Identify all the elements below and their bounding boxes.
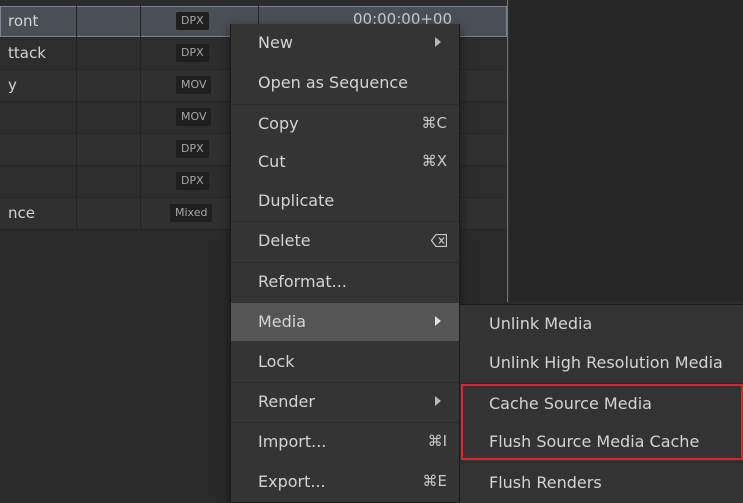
format-badge: DPX xyxy=(176,12,209,30)
menu-item-open-as-sequence[interactable]: Open as Sequence xyxy=(231,64,459,102)
menu-item-import[interactable]: Import... ⌘I xyxy=(231,423,459,461)
shortcut-label: ⌘C xyxy=(421,114,447,132)
submenu-item-flush-renders[interactable]: Flush Renders xyxy=(460,464,743,502)
format-badge: MOV xyxy=(176,108,212,126)
column-divider xyxy=(76,198,77,229)
column-divider xyxy=(76,102,77,133)
submenu-arrow-icon xyxy=(435,37,441,47)
column-divider xyxy=(76,166,77,197)
menu-item-new[interactable]: New xyxy=(231,24,459,62)
viewer-panel xyxy=(510,0,743,302)
menu-item-cut[interactable]: Cut ⌘X xyxy=(231,143,459,181)
menu-item-reformat[interactable]: Reformat... xyxy=(231,263,459,301)
menu-item-duplicate[interactable]: Duplicate xyxy=(231,182,459,220)
column-divider xyxy=(140,198,141,229)
submenu-arrow-icon xyxy=(435,396,441,406)
menu-item-media[interactable]: Media xyxy=(231,303,459,341)
column-divider xyxy=(140,166,141,197)
column-divider xyxy=(76,134,77,165)
column-divider xyxy=(76,6,77,37)
column-divider xyxy=(140,134,141,165)
menu-separator xyxy=(460,462,743,463)
submenu-item-unlink-media[interactable]: Unlink Media xyxy=(460,305,743,343)
column-divider xyxy=(140,70,141,101)
submenu-item-cache-source-media[interactable]: Cache Source Media xyxy=(460,385,743,423)
column-divider xyxy=(140,6,141,37)
delete-backward-icon xyxy=(431,234,447,247)
column-divider xyxy=(140,38,141,69)
clip-name: y xyxy=(8,76,17,94)
menu-item-render[interactable]: Render xyxy=(231,383,459,421)
format-badge: Mixed xyxy=(170,204,213,222)
clip-name: ront xyxy=(8,12,39,30)
menu-separator xyxy=(460,383,743,384)
column-divider xyxy=(76,70,77,101)
menu-item-export[interactable]: Export... ⌘E xyxy=(231,463,459,501)
shortcut-label: ⌘I xyxy=(427,432,447,450)
shortcut-label: ⌘X xyxy=(421,152,447,170)
menu-item-copy[interactable]: Copy ⌘C xyxy=(231,105,459,143)
media-submenu: Unlink Media Unlink High Resolution Medi… xyxy=(459,304,743,503)
clip-name: nce xyxy=(8,204,35,222)
panel-divider[interactable] xyxy=(507,0,508,302)
clip-name: ttack xyxy=(8,44,46,62)
column-divider xyxy=(140,102,141,133)
submenu-item-unlink-high-resolution-media[interactable]: Unlink High Resolution Media xyxy=(460,344,743,382)
format-badge: DPX xyxy=(176,140,209,158)
submenu-arrow-icon xyxy=(435,316,441,326)
context-menu: New Open as Sequence Copy ⌘C Cut ⌘X Dupl… xyxy=(230,24,460,502)
menu-item-lock[interactable]: Lock xyxy=(231,343,459,381)
menu-item-delete[interactable]: Delete xyxy=(231,222,459,260)
format-badge: DPX xyxy=(176,44,209,62)
format-badge: DPX xyxy=(176,172,209,190)
shortcut-label: ⌘E xyxy=(422,472,447,490)
format-badge: MOV xyxy=(176,76,212,94)
submenu-item-flush-source-media-cache[interactable]: Flush Source Media Cache xyxy=(460,423,743,461)
column-divider xyxy=(76,38,77,69)
